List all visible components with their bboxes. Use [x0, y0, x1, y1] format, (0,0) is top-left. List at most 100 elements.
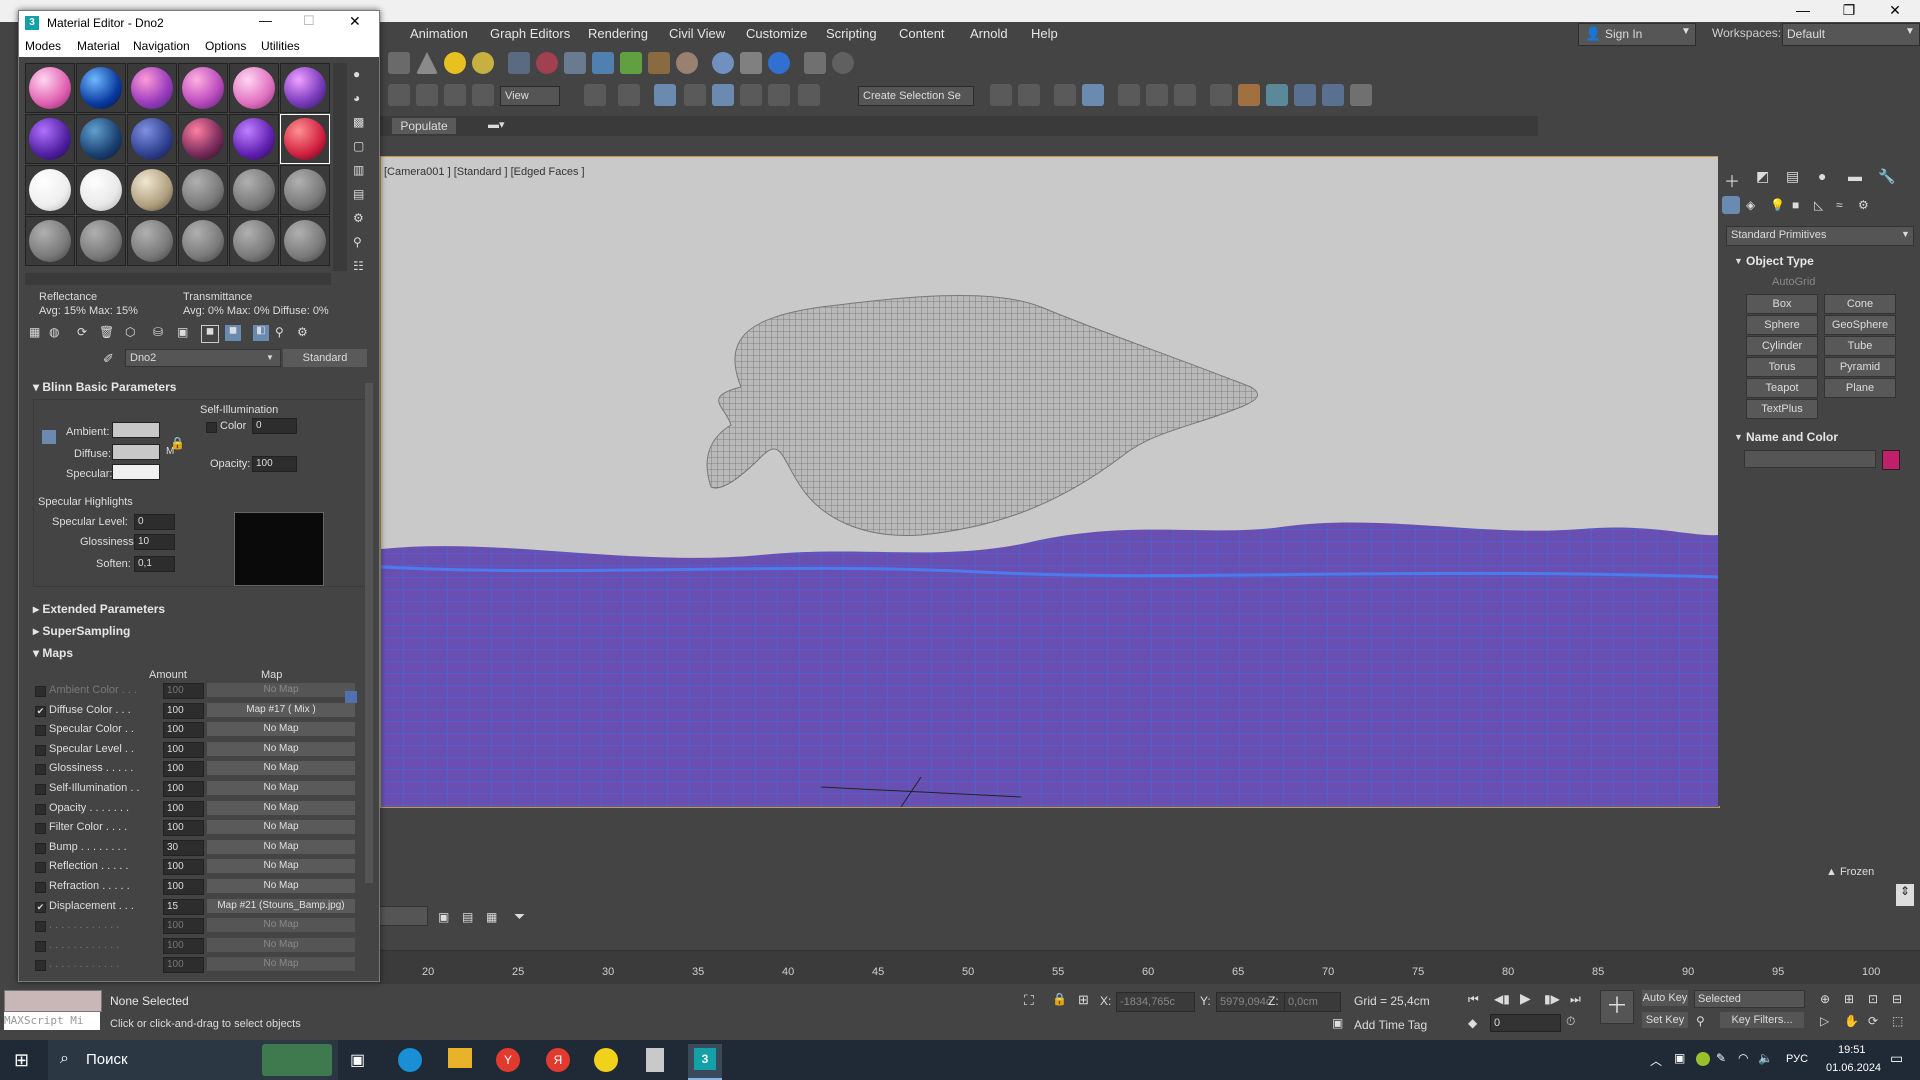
self-illum-color-checkbox[interactable]	[206, 422, 217, 433]
field-of-view-icon[interactable]: ▷	[1820, 1014, 1829, 1028]
backlight-icon[interactable]: ◕	[353, 91, 360, 105]
map-amount-spinner[interactable]: 100	[163, 702, 204, 719]
place-icon[interactable]	[472, 84, 494, 106]
zoom-icon[interactable]: ⊕	[1820, 992, 1830, 1006]
map-amount-spinner[interactable]: 100	[163, 781, 204, 797]
close-button[interactable]: ✕	[1872, 0, 1918, 22]
map-amount-spinner[interactable]: 100	[163, 918, 204, 935]
isolate-icon[interactable]: ⛶	[1024, 992, 1034, 1009]
menu-civil-view[interactable]: Civil View	[669, 26, 725, 41]
soften-spinner[interactable]: 0,1	[134, 556, 175, 572]
z-coordinate-field[interactable]: 0,0cm	[1284, 992, 1341, 1012]
map-enable-checkbox[interactable]	[35, 940, 46, 952]
foliage-icon[interactable]	[620, 52, 642, 74]
pan-icon[interactable]: ✋	[1844, 1014, 1859, 1028]
collapse-arrow-icon[interactable]: ▼	[1734, 256, 1743, 266]
cylinder-button[interactable]: Cylinder	[1746, 336, 1818, 356]
space-warps-category-icon[interactable]: ≈	[1836, 198, 1843, 212]
map-slot-button[interactable]: No Map	[207, 781, 355, 795]
file-explorer-icon[interactable]	[448, 1048, 472, 1068]
menu-arnold[interactable]: Arnold	[970, 26, 1008, 41]
help-icon[interactable]	[832, 52, 854, 74]
map-enable-checkbox[interactable]	[35, 921, 46, 933]
get-material-icon[interactable]: ▦	[29, 325, 40, 339]
autogrid-checkbox[interactable]: AutoGrid	[1772, 276, 1815, 288]
lock-ambient-diffuse-icon[interactable]	[42, 430, 56, 444]
time-slider-arrow-icon[interactable]: ⇕	[1896, 884, 1914, 906]
material-sample-slot[interactable]	[178, 165, 228, 215]
material-type-button[interactable]: Standard	[283, 349, 367, 367]
ambient-color-swatch[interactable]	[112, 422, 160, 438]
map-slot-button[interactable]: No Map	[207, 800, 355, 815]
primitive-category-dropdown[interactable]: Standard Primitives ▼	[1726, 226, 1914, 246]
map-slot-button[interactable]: No Map	[207, 859, 355, 874]
time-tag-icon[interactable]: ▣	[1332, 1016, 1343, 1030]
material-sample-slot[interactable]	[25, 216, 75, 266]
map-enable-checkbox[interactable]: ✔	[35, 705, 46, 717]
display-tab-icon[interactable]: ▬	[1848, 168, 1862, 184]
systems-category-icon[interactable]: ⚙	[1858, 198, 1869, 212]
material-map-navigator-icon[interactable]: ☷	[353, 259, 364, 273]
material-sample-slot[interactable]	[76, 216, 126, 266]
material-id-icon[interactable]: ▣	[177, 325, 188, 339]
tube-button[interactable]: Tube	[1824, 336, 1896, 356]
filter-icon[interactable]: ⏷	[514, 908, 525, 925]
material-sample-slot[interactable]	[25, 165, 75, 215]
object-color-swatch[interactable]	[1882, 450, 1900, 470]
map-amount-spinner[interactable]: 100	[163, 761, 204, 778]
map-enable-checkbox[interactable]	[35, 744, 46, 756]
schematic-view-icon[interactable]	[1174, 84, 1196, 106]
maps-rollout[interactable]: ▾ Maps	[33, 643, 363, 663]
tray-chevron-icon[interactable]: ︿	[1650, 1052, 1662, 1069]
slots-vertical-scrollbar[interactable]	[333, 63, 347, 271]
map-slot-button[interactable]: No Map	[207, 761, 355, 776]
key-mode-icon[interactable]: ◆	[1468, 1016, 1477, 1030]
geometry-category-icon[interactable]	[1722, 196, 1740, 214]
menu-utilities[interactable]: Utilities	[261, 39, 300, 53]
material-sample-slot[interactable]	[127, 216, 177, 266]
scale-icon[interactable]	[444, 84, 466, 106]
zoom-all-icon[interactable]: ⊞	[1844, 992, 1854, 1006]
menu-modes[interactable]: Modes	[25, 39, 61, 53]
create-geometry-icon[interactable]	[388, 52, 410, 74]
angle-snap-icon[interactable]	[712, 84, 734, 106]
material-sample-slot[interactable]	[280, 63, 330, 113]
menu-material[interactable]: Material	[77, 39, 120, 53]
percent-snap-icon[interactable]	[740, 84, 762, 106]
time-config-icon[interactable]: ⏱	[1566, 1014, 1575, 1029]
cone-icon[interactable]	[416, 52, 438, 74]
unlink-icon[interactable]	[536, 52, 558, 74]
self-illum-spinner[interactable]: 0	[252, 418, 297, 434]
set-key-button[interactable]: Set Key	[1642, 1012, 1688, 1028]
render-iterative-icon[interactable]	[1350, 84, 1372, 106]
material-sample-slot[interactable]	[229, 216, 279, 266]
zoom-extents-icon[interactable]: ⊡	[1868, 992, 1878, 1006]
3dsmax-taskbar-button[interactable]: 3	[688, 1044, 722, 1080]
material-sample-slot[interactable]	[127, 63, 177, 113]
go-forward-sibling-icon[interactable]: ⚲	[275, 325, 284, 339]
shapes-category-icon[interactable]: ◈	[1746, 198, 1755, 212]
material-sample-slot[interactable]	[229, 63, 279, 113]
map-amount-spinner[interactable]: 100	[163, 741, 204, 758]
options-icon[interactable]: ⚙	[353, 211, 364, 225]
map-amount-spinner[interactable]: 100	[163, 879, 204, 895]
map-slot-button[interactable]: No Map	[207, 957, 355, 972]
textplus-button[interactable]: TextPlus	[1746, 399, 1818, 419]
render-cloud-icon[interactable]	[1322, 84, 1344, 106]
notifications-icon[interactable]: ▭	[1890, 1050, 1903, 1067]
assign-to-selection-icon[interactable]: ⟳	[77, 325, 87, 339]
snap-3d-icon[interactable]	[684, 84, 706, 106]
layer-tool-icon[interactable]: ▣	[438, 910, 449, 924]
edge-browser-icon[interactable]	[398, 1048, 422, 1072]
ribbon-options-icon[interactable]: ▬▾	[488, 118, 505, 131]
previous-frame-icon[interactable]: ◀▮	[1494, 992, 1510, 1006]
create-tab-icon[interactable]: ＋	[1724, 168, 1740, 192]
go-to-parent-icon[interactable]: ◧	[253, 325, 269, 341]
scene-explorer-icon[interactable]	[1054, 84, 1076, 106]
map-enable-checkbox[interactable]	[35, 842, 46, 854]
clock-time[interactable]: 19:51	[1838, 1044, 1866, 1056]
map-enable-checkbox[interactable]	[35, 823, 46, 835]
mirror-icon[interactable]	[990, 84, 1012, 106]
current-frame-field[interactable]: 0	[1490, 1014, 1561, 1032]
render-icon[interactable]	[768, 52, 790, 74]
